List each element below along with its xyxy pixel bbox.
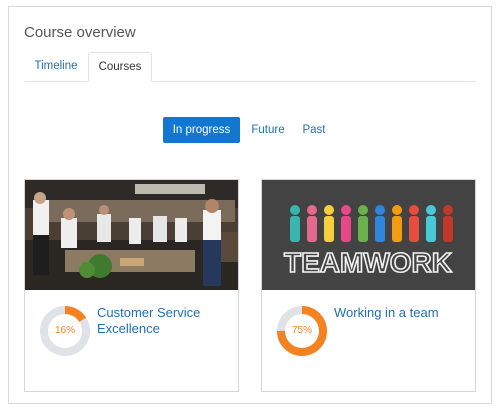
course-image-kitchen[interactable] [25, 180, 238, 290]
tab-courses[interactable]: Courses [88, 52, 152, 82]
course-card[interactable]: TEAMWORK 75% Working in a team [261, 179, 476, 392]
filter-past-button[interactable]: Past [297, 117, 331, 143]
tab-timeline[interactable]: Timeline [24, 52, 88, 81]
course-name-link[interactable]: Customer Service Excellence [97, 305, 232, 337]
filter-in-progress-button[interactable]: In progress [163, 117, 240, 143]
teamwork-text: TEAMWORK [284, 247, 452, 278]
block-title: Course overview [24, 24, 136, 41]
progress-percent: 75% [291, 325, 312, 336]
filter-future-button[interactable]: Future [247, 117, 289, 143]
course-image-teamwork[interactable]: TEAMWORK [262, 180, 475, 290]
tab-bar: Timeline Courses [24, 52, 476, 82]
progress-percent: 16% [54, 325, 75, 336]
course-name-link[interactable]: Working in a team [334, 305, 469, 321]
course-card[interactable]: 16% Customer Service Excellence [24, 179, 239, 392]
